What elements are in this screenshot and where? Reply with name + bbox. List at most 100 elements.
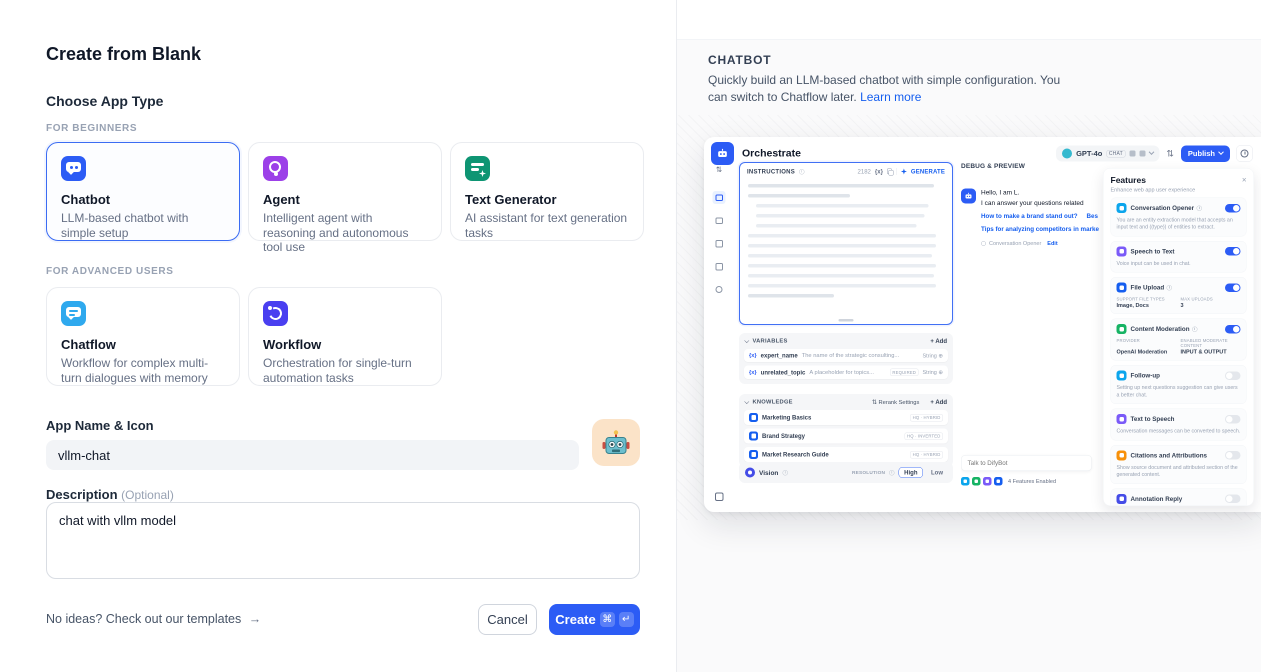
variable-icon[interactable]: {x} bbox=[875, 168, 883, 175]
collapse-icon[interactable] bbox=[744, 399, 749, 404]
bot-avatar bbox=[961, 189, 976, 204]
suggestion-link[interactable]: How to make a brand stand out? bbox=[981, 213, 1078, 220]
preview-description: Quickly build an LLM-based chatbot with … bbox=[708, 72, 1064, 107]
preview-heading: CHATBOT bbox=[708, 53, 771, 67]
toggle[interactable] bbox=[1225, 247, 1241, 256]
robot-icon bbox=[964, 192, 973, 201]
toggle[interactable] bbox=[1225, 204, 1241, 213]
feature-card-annotation-reply: Annotation Reply bbox=[1111, 488, 1247, 506]
speech-to-text-icon bbox=[1117, 246, 1127, 256]
app-type-card-text-generator[interactable]: Text Generator AI assistant for text gen… bbox=[450, 142, 644, 241]
app-type-card-chatbot[interactable]: Chatbot LLM-based chatbot with simple se… bbox=[46, 142, 240, 241]
feature-card-file-upload: File Upload SUPPORT FILE TYPES MAX UPLOA… bbox=[1111, 277, 1247, 314]
model-selector[interactable]: GPT-4o CHAT bbox=[1056, 146, 1159, 162]
advanced-cards-row: Chatflow Workflow for complex multi-turn… bbox=[46, 287, 442, 386]
collapse-icon[interactable] bbox=[744, 338, 749, 343]
knowledge-row[interactable]: Market Research Guide HQ · HYBRID bbox=[744, 447, 948, 462]
resolution-low-button[interactable]: Low bbox=[927, 468, 947, 478]
feature-card-citations: Citations and Attributions Show source d… bbox=[1111, 445, 1247, 484]
sidebar-item-docs[interactable] bbox=[713, 237, 726, 250]
variable-row[interactable]: {x} unrelated_topic A placeholder for to… bbox=[744, 366, 948, 380]
toggle[interactable] bbox=[1225, 415, 1241, 424]
sidebar-item-media[interactable] bbox=[713, 214, 726, 227]
app-name-input[interactable] bbox=[46, 440, 579, 470]
variable-row[interactable]: {x} expert_name The name of the strategi… bbox=[744, 349, 948, 362]
model-name: GPT-4o bbox=[1076, 149, 1102, 158]
chatflow-icon bbox=[61, 301, 86, 326]
app-type-card-workflow[interactable]: Workflow Orchestration for single-turn a… bbox=[248, 287, 442, 386]
swap-model-icon[interactable]: ⇅ bbox=[1166, 148, 1174, 159]
knowledge-title: KNOWLEDGE bbox=[753, 399, 793, 405]
char-count: 2182 bbox=[858, 168, 871, 175]
dataset-icon bbox=[749, 450, 758, 459]
sidebar-item-web[interactable] bbox=[713, 283, 726, 296]
chat-message: Hello, I am L. I can answer your questio… bbox=[961, 189, 1099, 247]
preview-top-strip bbox=[677, 0, 1261, 40]
instructions-panel[interactable]: INSTRUCTIONS 2182 {x} GENERATE bbox=[739, 162, 953, 325]
add-knowledge-button[interactable]: + Add bbox=[930, 399, 947, 406]
sparkle-icon bbox=[901, 169, 907, 175]
description-textarea[interactable] bbox=[46, 502, 640, 579]
debug-preview-label: DEBUG & PREVIEW bbox=[961, 162, 1099, 170]
vision-section: Vision RESOLUTION High Low bbox=[739, 462, 953, 483]
resolution-high-button[interactable]: High bbox=[899, 467, 923, 478]
app-icon-picker[interactable] bbox=[592, 419, 640, 466]
sidebar-item-orchestrate[interactable] bbox=[713, 191, 726, 204]
knowledge-row[interactable]: Marketing Basics HQ · HYBRID bbox=[744, 410, 948, 425]
orchestrate-title: Orchestrate bbox=[742, 148, 801, 160]
publish-button[interactable]: Publish bbox=[1181, 145, 1230, 162]
history-button[interactable] bbox=[1236, 145, 1253, 162]
text-generator-icon bbox=[465, 156, 490, 181]
toggle[interactable] bbox=[1225, 371, 1241, 380]
sidebar-collapse-icon[interactable]: ⇅ bbox=[704, 165, 734, 174]
card-desc: AI assistant for text generation tasks bbox=[465, 211, 629, 240]
model-provider-icon bbox=[1062, 149, 1072, 159]
enter-key-icon: ↵ bbox=[619, 612, 634, 627]
edit-opener-link[interactable]: Edit bbox=[1047, 241, 1057, 247]
resize-handle[interactable] bbox=[839, 319, 854, 322]
suggestion-link[interactable]: Tips for analyzing competitors in market bbox=[981, 226, 1099, 233]
instructions-skeleton bbox=[740, 179, 952, 298]
rerank-settings-button[interactable]: ⇅ Rerank Settings bbox=[872, 399, 919, 406]
toggle[interactable] bbox=[1225, 283, 1241, 292]
suggestion-link[interactable]: Bes bbox=[1087, 213, 1098, 220]
templates-link[interactable]: No ideas? Check out our templates → bbox=[46, 612, 261, 626]
toggle[interactable] bbox=[1225, 325, 1241, 334]
create-button[interactable]: Create ⌘ ↵ bbox=[549, 604, 640, 635]
learn-more-link[interactable]: Learn more bbox=[860, 90, 921, 104]
clock-icon bbox=[1241, 150, 1249, 158]
page-title: Create from Blank bbox=[46, 44, 201, 65]
chevron-down-icon bbox=[1149, 149, 1155, 155]
preview-sidebar: ⇅ bbox=[704, 164, 734, 512]
retrieval-badge: HQ · HYBRID bbox=[910, 414, 943, 422]
sidebar-bottom-icon[interactable] bbox=[715, 493, 724, 502]
gear-icon bbox=[981, 241, 986, 246]
variables-section: VARIABLES + Add {x} expert_name The name… bbox=[739, 333, 953, 384]
chat-input[interactable] bbox=[961, 455, 1092, 471]
feature-dot-icon bbox=[972, 477, 981, 486]
info-icon bbox=[782, 470, 788, 476]
info-icon bbox=[1167, 285, 1173, 291]
retrieval-badge: HQ · INVERTED bbox=[904, 432, 943, 440]
content-moderation-icon bbox=[1117, 324, 1127, 334]
card-desc: Orchestration for single-turn automation… bbox=[263, 356, 427, 385]
toggle[interactable] bbox=[1225, 495, 1241, 504]
sidebar-item-notes[interactable] bbox=[713, 260, 726, 273]
cancel-button[interactable]: Cancel bbox=[478, 604, 537, 635]
add-variable-button[interactable]: + Add bbox=[930, 338, 947, 345]
close-icon[interactable]: × bbox=[1242, 176, 1247, 185]
card-title: Workflow bbox=[263, 337, 427, 352]
instructions-label: INSTRUCTIONS bbox=[747, 168, 795, 175]
knowledge-section: KNOWLEDGE ⇅ Rerank Settings + Add Market… bbox=[739, 394, 953, 467]
conversation-opener-icon bbox=[1117, 203, 1127, 213]
copy-icon[interactable] bbox=[887, 169, 893, 175]
file-upload-icon bbox=[1117, 283, 1127, 293]
robot-icon bbox=[716, 147, 729, 160]
toggle[interactable] bbox=[1225, 451, 1241, 460]
knowledge-row[interactable]: Brand Strategy HQ · INVERTED bbox=[744, 429, 948, 444]
feature-dot-icon bbox=[961, 477, 970, 486]
generate-button[interactable]: GENERATE bbox=[911, 168, 945, 175]
skeleton-line bbox=[748, 294, 834, 298]
app-type-card-agent[interactable]: Agent Intelligent agent with reasoning a… bbox=[248, 142, 442, 241]
app-type-card-chatflow[interactable]: Chatflow Workflow for complex multi-turn… bbox=[46, 287, 240, 386]
